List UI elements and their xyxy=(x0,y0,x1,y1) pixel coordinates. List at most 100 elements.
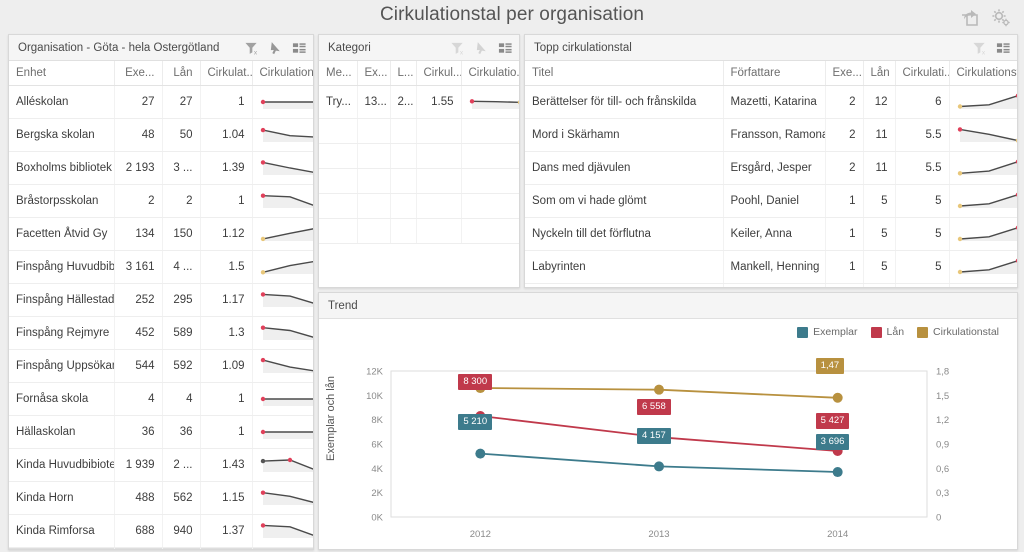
trend-chart[interactable]: Exemplar Lån Cirkulationstal Exemplar och … xyxy=(319,319,1017,549)
table-row[interactable]: Alléskolan 27 27 1 xyxy=(9,85,313,119)
column-header-4[interactable]: Cirkulatio... xyxy=(461,61,519,86)
cell-media: Try... xyxy=(319,85,358,119)
table-row[interactable]: Linköping Huvudbi...13 ...2...1.55 xyxy=(9,547,313,549)
column-header-3[interactable]: Cirkul... xyxy=(416,61,462,86)
table-row[interactable]: Finspång Huvudbibl...3 1614 ...1.5 xyxy=(9,250,313,284)
grid-toggle-icon[interactable] xyxy=(996,41,1011,55)
column-header-0[interactable]: Titel xyxy=(525,61,724,86)
cell-exemplar: 2 193 xyxy=(114,151,163,185)
clear-filter-icon[interactable]: x xyxy=(972,41,987,56)
step-back-arrow-icon[interactable] xyxy=(474,41,489,55)
cell-cirkulationstal: 1.15 xyxy=(200,481,253,515)
table-row[interactable]: Som om vi hade glömt Poohl, Daniel 1 5 5 xyxy=(525,184,1017,218)
sparkline-cell xyxy=(252,316,313,350)
column-header-3[interactable]: Lån xyxy=(863,61,896,86)
share-icon[interactable] xyxy=(958,7,980,29)
cell-enhet: Boxholms bibliotek xyxy=(9,151,115,185)
table-row[interactable]: Bråstorpsskolan 2 2 1 xyxy=(9,184,313,218)
column-header-2[interactable]: L... xyxy=(390,61,417,86)
column-header-0[interactable]: Me... xyxy=(319,61,358,86)
sparkline-cell xyxy=(252,217,313,251)
table-row[interactable]: Berättelser för till- och frånskilda Maze… xyxy=(525,85,1017,119)
sparkline-cell xyxy=(461,85,519,119)
table-row-empty xyxy=(319,143,519,169)
column-header-3[interactable]: Cirkulat... xyxy=(200,61,253,86)
cell-enhet: Finspång Hällestad xyxy=(9,283,115,317)
table-row[interactable]: Nyckeln till det förflutna Keiler, Anna 1 5… xyxy=(525,217,1017,251)
cell-enhet: Finspång Uppsökan... xyxy=(9,349,115,383)
table-row[interactable]: Finspång Rejmyre 452 589 1.3 xyxy=(9,316,313,350)
table-row[interactable]: Try... 13... 2... 1.55 xyxy=(319,85,519,119)
cell-exemplar: 1 xyxy=(825,250,864,284)
table-row[interactable]: Facetten Åtvid Gy 134 150 1.12 xyxy=(9,217,313,251)
y-tick-left: 4K xyxy=(371,464,383,475)
table-row[interactable]: Kinda Horn 488 562 1.15 xyxy=(9,481,313,515)
cell-lan: 11 xyxy=(863,118,896,152)
cell-cirkulationstal: 5 xyxy=(895,283,950,287)
kategori-panel-toolbar: x xyxy=(450,41,513,56)
sparkline-cell xyxy=(949,85,1017,119)
sparkline-cell xyxy=(949,250,1017,284)
cell-lan: 295 xyxy=(162,283,201,317)
column-header-4[interactable]: Cirkulationst... xyxy=(252,61,313,86)
cell-lan: 589 xyxy=(162,316,201,350)
cell-exemplar: 2 xyxy=(825,118,864,152)
column-header-1[interactable]: Ex... xyxy=(357,61,391,86)
grid-toggle-icon[interactable] xyxy=(498,41,513,55)
cell-forfattare: Pettersson, Torsten xyxy=(723,283,826,287)
column-header-0[interactable]: Enhet xyxy=(9,61,115,86)
sparkline-cell xyxy=(252,151,313,185)
table-row[interactable]: Hitlers fienderPettersson, Torsten155 xyxy=(525,283,1017,287)
data-label: 5 210 xyxy=(458,413,493,430)
sparkline-cell xyxy=(252,184,313,218)
topp-table-body: Berättelser för till- och frånskilda Maze… xyxy=(525,85,1017,287)
table-row[interactable]: Mord i Skärhamn Fransson, Ramona 2 11 5.5 xyxy=(525,118,1017,152)
sparkline-cell xyxy=(949,217,1017,251)
table-row[interactable]: Finspång Hällestad 252 295 1.17 xyxy=(9,283,313,317)
table-row[interactable]: Dans med djävulen Ersgård, Jesper 2 11 5.5 xyxy=(525,151,1017,185)
table-row[interactable]: Boxholms bibliotek 2 193 3 ... 1.39 xyxy=(9,151,313,185)
table-row[interactable]: Hällaskolan 36 36 1 xyxy=(9,415,313,449)
column-header-2[interactable]: Exe... xyxy=(825,61,864,86)
table-row[interactable]: Finspång Uppsökan...5445921.09 xyxy=(9,349,313,383)
column-header-1[interactable]: Exe... xyxy=(114,61,163,86)
empty-cell xyxy=(416,118,462,144)
table-row[interactable]: Labyrinten Mankell, Henning 1 5 5 xyxy=(525,250,1017,284)
cell-exemplar: 13... xyxy=(357,85,391,119)
kategori-table-scroll[interactable]: Me...Ex...L...Cirkul...Cirkulatio... Try… xyxy=(319,61,519,244)
cell-lan: 36 xyxy=(162,415,201,449)
topp-table-scroll[interactable]: Titel Författare Exe... Lån Cirkulati... Cirk… xyxy=(525,61,1017,287)
column-header-5[interactable]: Cirkulationstal... xyxy=(949,61,1017,86)
gear-icon[interactable] xyxy=(990,7,1012,29)
topp-table-header-row: Titel Författare Exe... Lån Cirkulati... Cirk… xyxy=(525,61,1017,86)
clear-filter-icon[interactable]: x xyxy=(450,41,465,56)
table-row[interactable]: Fornåsa skola 4 4 1 xyxy=(9,382,313,416)
cell-lan: 4 ... xyxy=(162,250,201,284)
cell-lan: 592 xyxy=(162,349,201,383)
data-label: 1,47 xyxy=(815,357,845,374)
trend-panel-header: Trend xyxy=(319,293,1017,319)
cell-cirkulationstal: 6 xyxy=(895,85,950,119)
table-row[interactable]: Kinda Huvudbibiote...1 9392 ...1.43 xyxy=(9,448,313,482)
empty-cell xyxy=(461,193,519,219)
table-row[interactable]: Kinda Rimforsa 688 940 1.37 xyxy=(9,514,313,548)
organisation-table-scroll[interactable]: EnhetExe...LånCirkulat...Cirkulationst..… xyxy=(9,61,313,549)
column-header-2[interactable]: Lån xyxy=(162,61,201,86)
step-back-arrow-icon[interactable] xyxy=(268,41,283,55)
y-tick-right: 1,5 xyxy=(936,391,949,402)
topp-cirkulationstal-panel: Topp cirkulationstal x Titel Författare … xyxy=(524,34,1018,288)
topp-table: Titel Författare Exe... Lån Cirkulati... Cirk… xyxy=(525,61,1017,287)
column-header-1[interactable]: Författare xyxy=(723,61,826,86)
table-row-empty xyxy=(319,193,519,219)
cell-cirkulationstal: 5 xyxy=(895,184,950,218)
organisation-panel: Organisation - Göta - hela Östergötland … xyxy=(8,34,314,550)
table-row[interactable]: Bergska skolan 48 50 1.04 xyxy=(9,118,313,152)
trend-panel: Trend Exemplar Lån Cirkulationstal Exempla… xyxy=(318,292,1018,550)
cell-cirkulationstal: 1.55 xyxy=(416,85,462,119)
cell-exemplar: 2 xyxy=(825,85,864,119)
empty-cell xyxy=(390,218,417,244)
grid-toggle-icon[interactable] xyxy=(292,41,307,55)
column-header-4[interactable]: Cirkulati... xyxy=(895,61,950,86)
sparkline-cell xyxy=(252,250,313,284)
clear-filter-icon[interactable]: x xyxy=(244,41,259,56)
